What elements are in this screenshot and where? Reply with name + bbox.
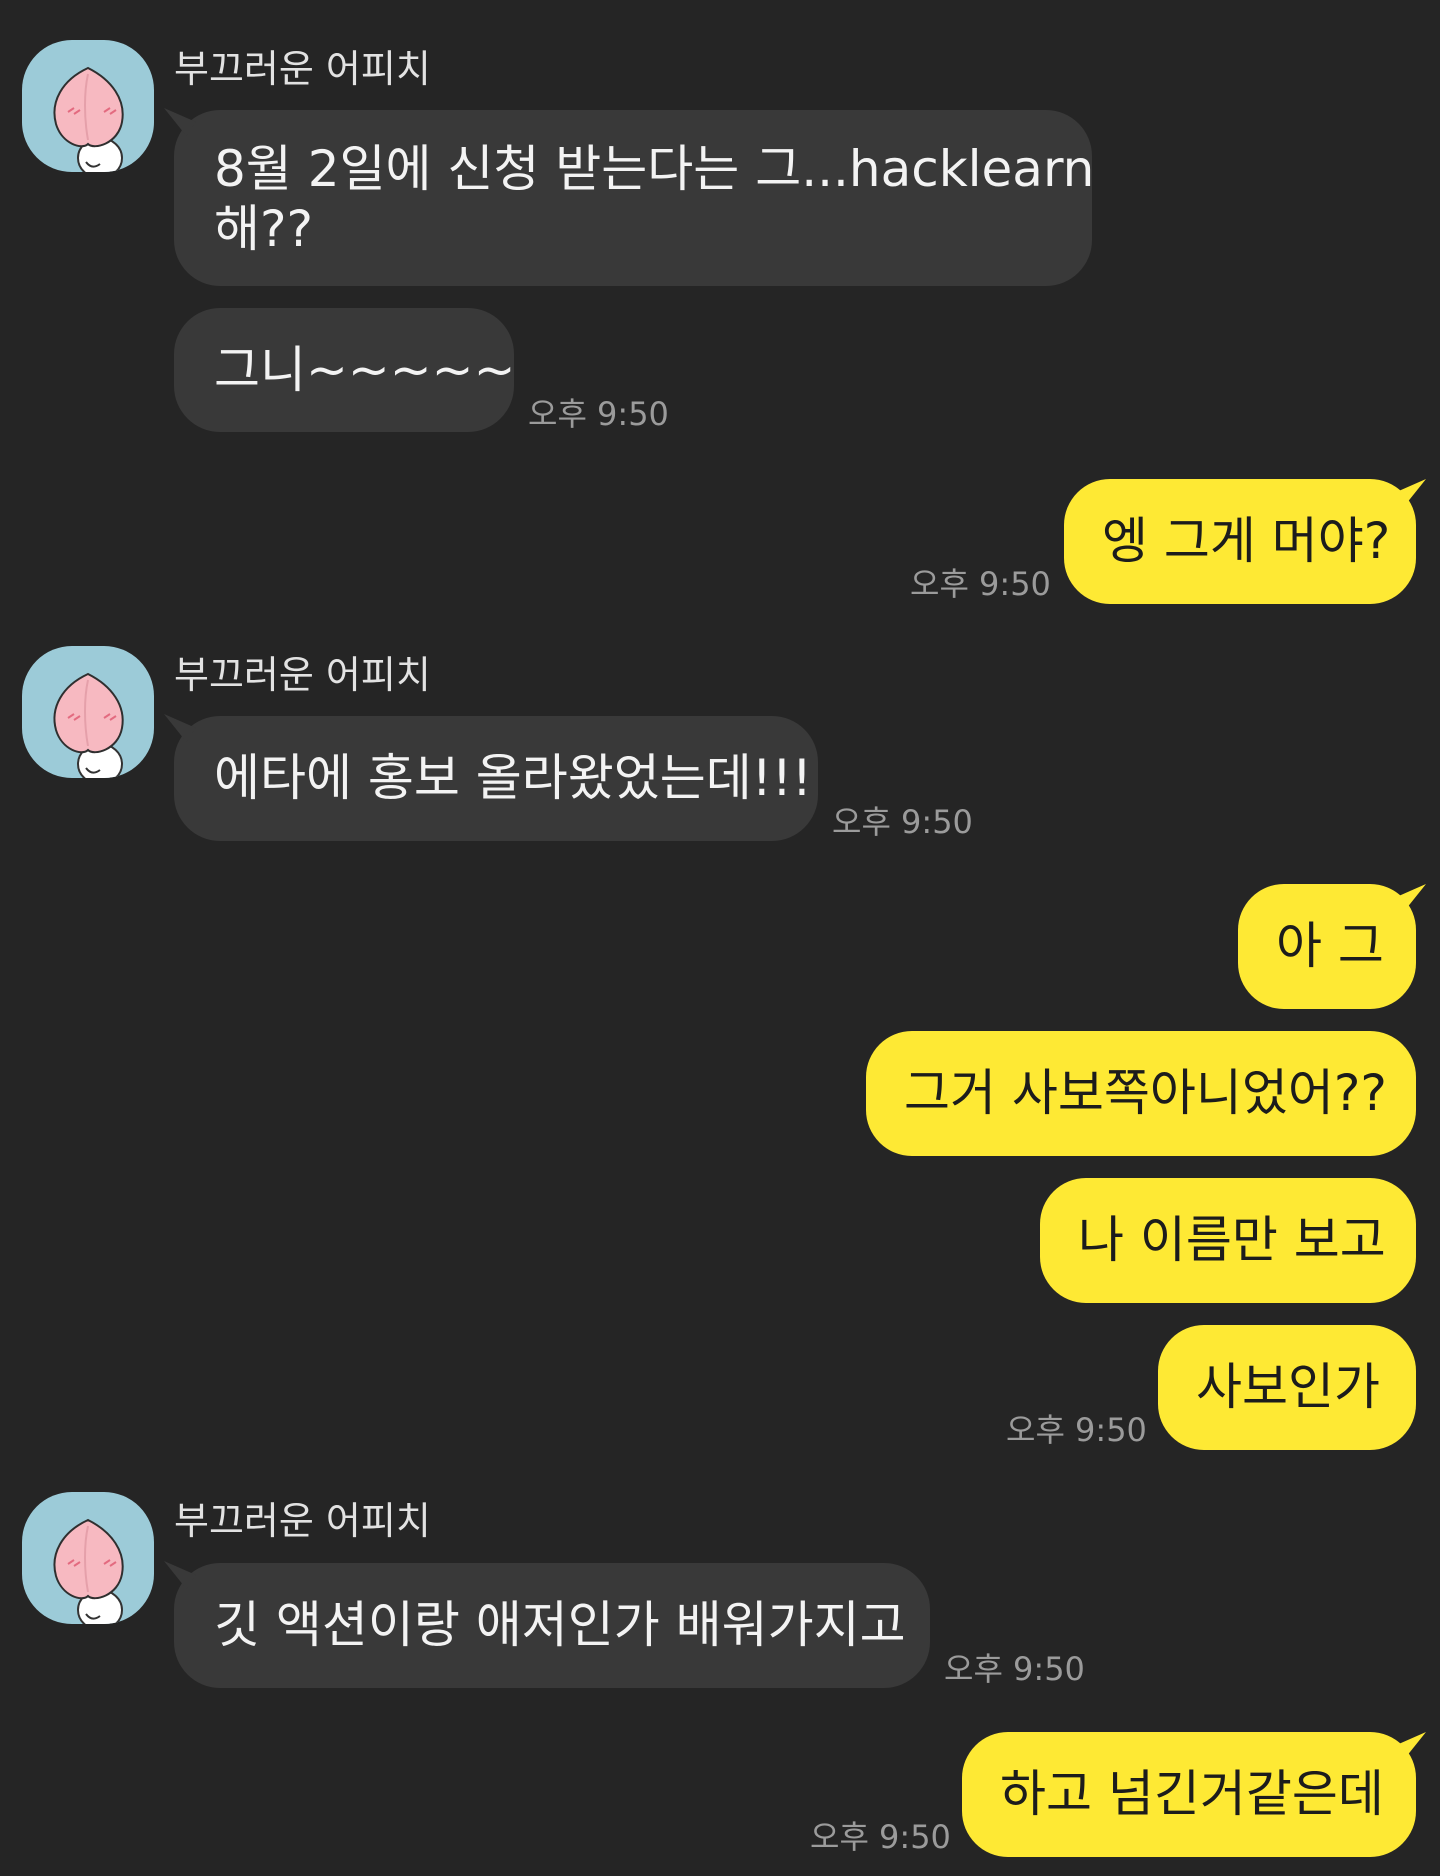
- apeach-avatar-icon: [53, 1518, 124, 1624]
- message-bubble-incoming[interactable]: 8월 2일에 신청 받는다는 그...hacklearn 해??: [174, 110, 1095, 286]
- message-bubble-outgoing[interactable]: 아 그: [1238, 884, 1416, 1009]
- message-timestamp: 오후 9:50: [910, 565, 1051, 603]
- message-text: 그니~~~~~: [214, 341, 516, 399]
- sender-name: 부끄러운 어피치: [174, 47, 431, 91]
- message-bubble-outgoing[interactable]: 엥 그게 머야?: [1064, 479, 1416, 604]
- message-bubble-outgoing[interactable]: 나 이름만 보고: [1040, 1178, 1416, 1303]
- message-text: 깃 액션이랑 애저인가 배워가지고: [214, 1596, 906, 1654]
- message-timestamp: 오후 9:50: [832, 803, 973, 841]
- apeach-avatar-icon: [53, 66, 124, 172]
- message-bubble-incoming[interactable]: 깃 액션이랑 애저인가 배워가지고: [174, 1563, 930, 1688]
- contact-avatar[interactable]: [22, 646, 154, 778]
- message-bubble-outgoing[interactable]: 사보인가: [1158, 1325, 1416, 1450]
- message-timestamp: 오후 9:50: [528, 395, 669, 433]
- message-text: 하고 넘긴거같은데: [1000, 1765, 1384, 1823]
- message-text: 8월 2일에 신청 받는다는 그...hacklearn: [214, 140, 1095, 198]
- contact-avatar[interactable]: [22, 1492, 154, 1624]
- message-timestamp: 오후 9:50: [944, 1650, 1085, 1688]
- message-bubble-incoming[interactable]: 그니~~~~~: [174, 308, 516, 432]
- message-text: 아 그: [1276, 917, 1384, 975]
- message-text: 그거 사보쪽아니었어??: [904, 1064, 1387, 1122]
- message-bubble-outgoing[interactable]: 하고 넘긴거같은데: [962, 1732, 1416, 1857]
- apeach-avatar-icon: [53, 672, 124, 778]
- message-bubble-incoming[interactable]: 에타에 홍보 올라왔었는데!!!: [174, 716, 818, 841]
- message-bubble-outgoing[interactable]: 그거 사보쪽아니었어??: [866, 1031, 1416, 1156]
- message-timestamp: 오후 9:50: [810, 1818, 951, 1856]
- sender-name: 부끄러운 어피치: [174, 653, 431, 697]
- message-text: 엥 그게 머야?: [1102, 512, 1391, 570]
- message-text: 해??: [214, 200, 314, 258]
- message-timestamp: 오후 9:50: [1006, 1411, 1147, 1449]
- sender-name: 부끄러운 어피치: [174, 1499, 431, 1543]
- message-text: 사보인가: [1196, 1358, 1380, 1416]
- message-text: 에타에 홍보 올라왔었는데!!!: [214, 749, 812, 807]
- message-text: 나 이름만 보고: [1078, 1211, 1386, 1269]
- contact-avatar[interactable]: [22, 40, 154, 172]
